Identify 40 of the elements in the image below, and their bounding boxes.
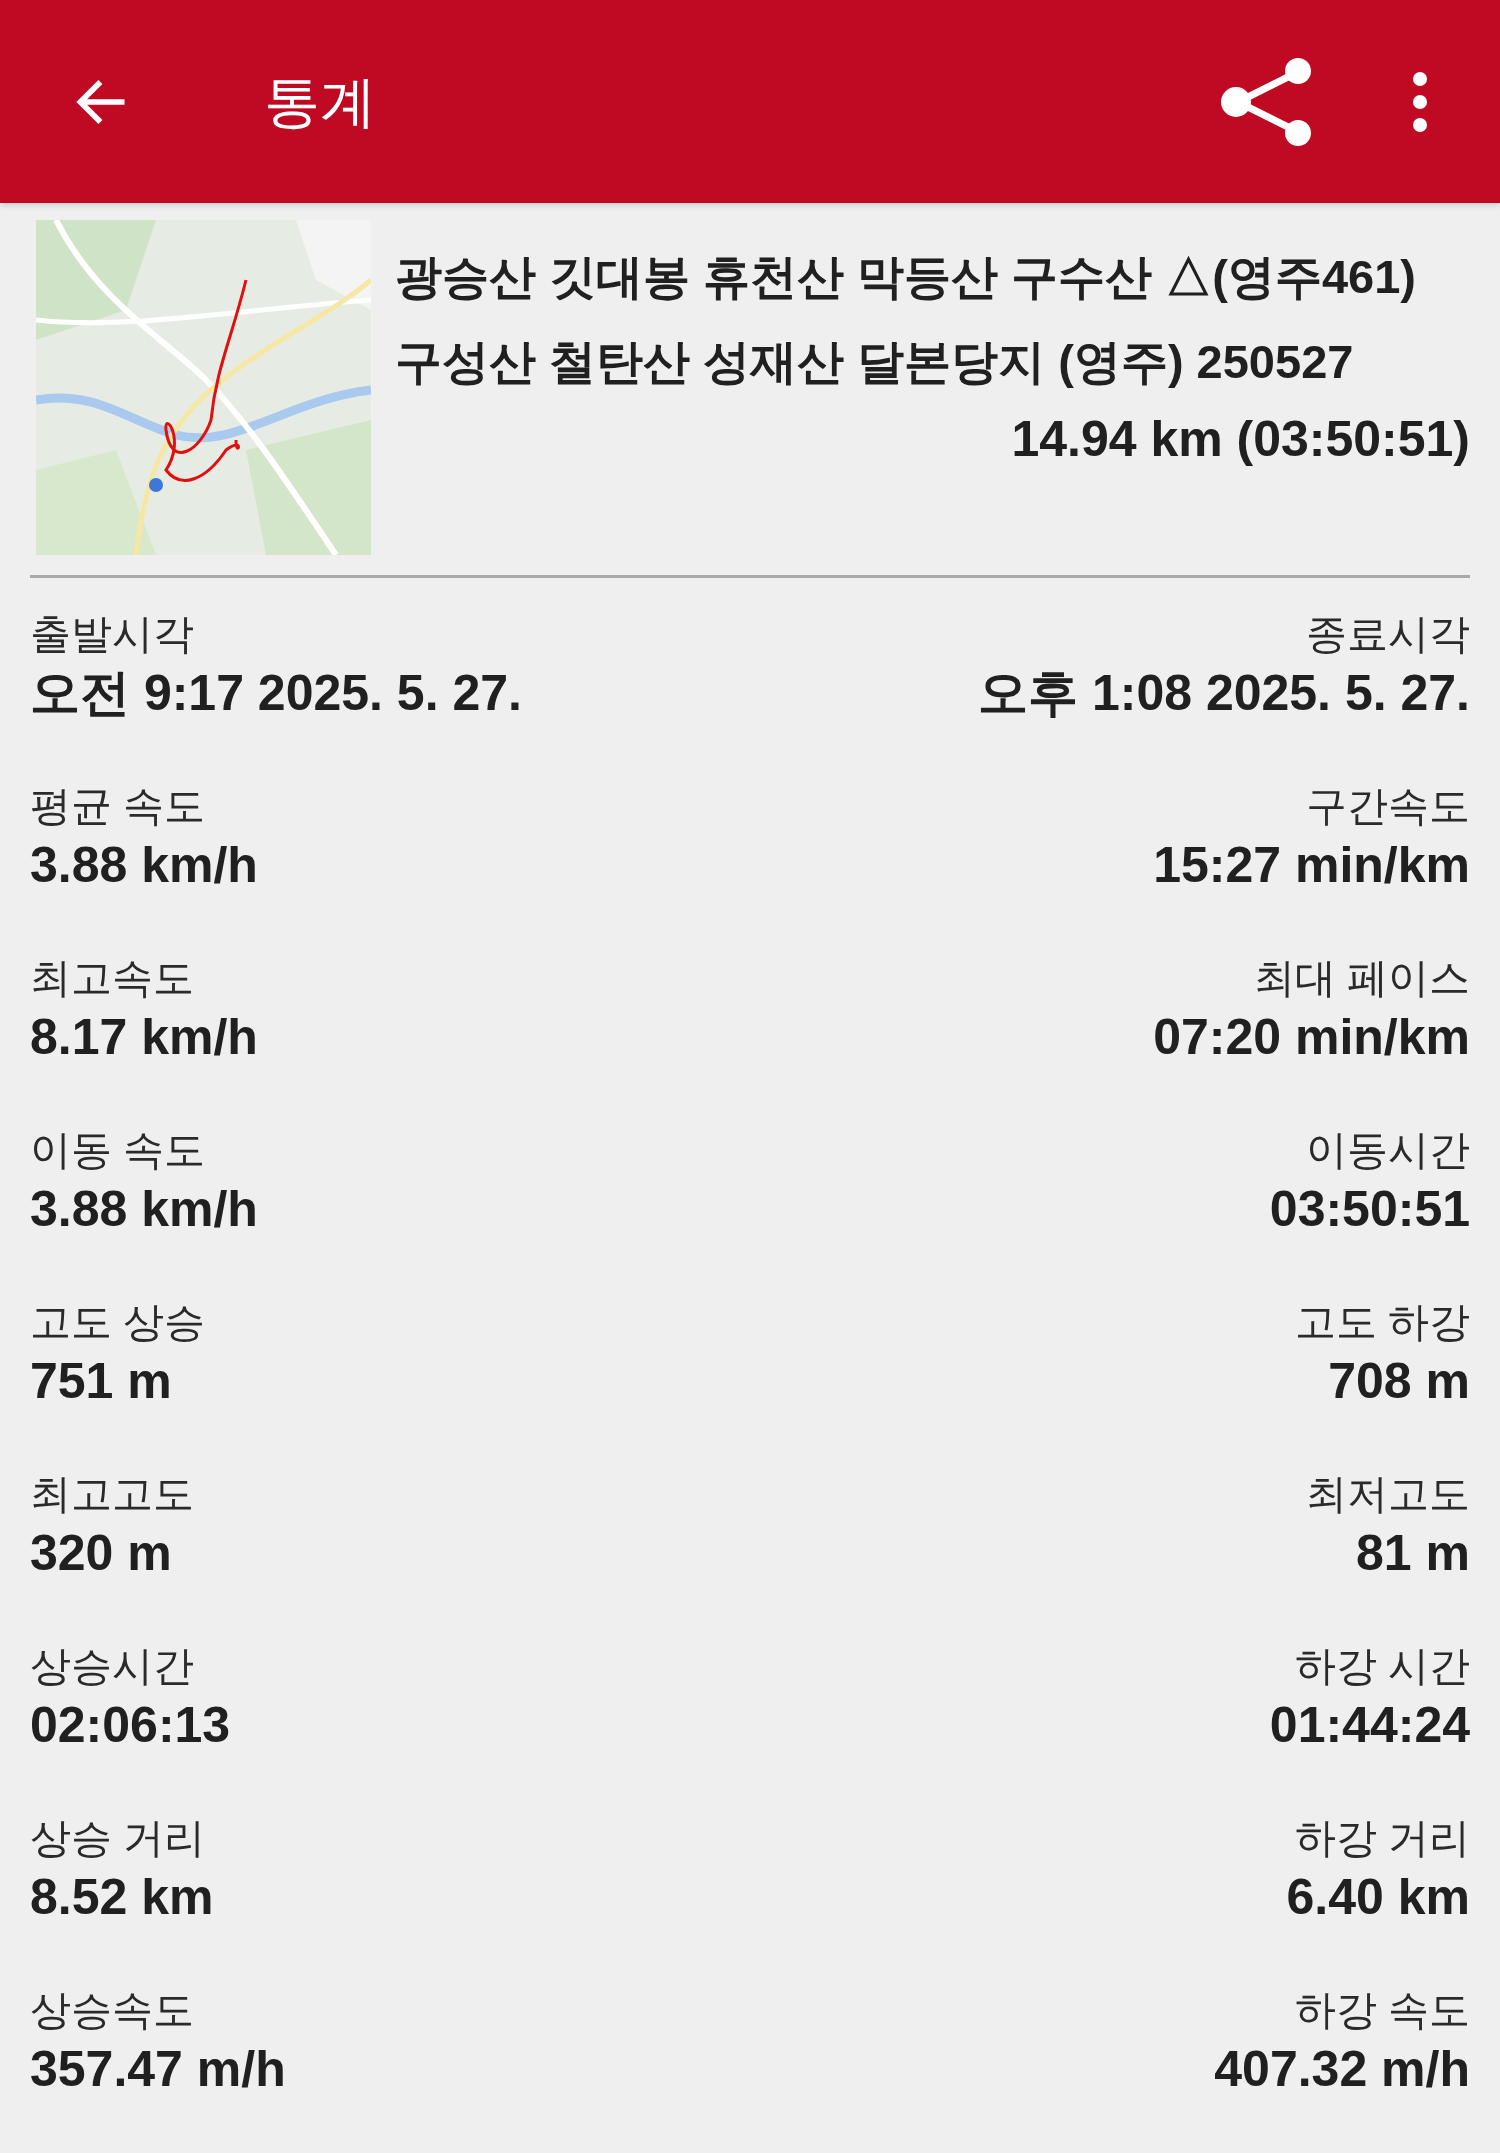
stat-value: 81 m xyxy=(1356,1524,1470,1583)
stat-label: 최저고도 xyxy=(1306,1470,1470,1519)
stat-value: 8.17 km/h xyxy=(30,1008,258,1067)
stat-label: 평균 속도 xyxy=(30,782,206,831)
stat-value: 01:44:24 xyxy=(1269,1696,1470,1755)
stat-label: 고도 하강 xyxy=(1294,1298,1470,1347)
stat-label: 최대 페이스 xyxy=(1253,954,1470,1003)
stat-value: 15:27 min/km xyxy=(1153,836,1470,895)
stat-label: 구간속도 xyxy=(1306,782,1470,831)
stat-label: 최고속도 xyxy=(30,954,194,1003)
stat-label: 하강 속도 xyxy=(1294,1986,1470,2035)
stat-label: 하강 시간 xyxy=(1294,1642,1470,1691)
stat-value: 3.88 km/h xyxy=(30,1180,258,1239)
stat-value: 3.88 km/h xyxy=(30,836,258,895)
stat-label: 상승 거리 xyxy=(30,1814,206,1863)
stat-value: 02:06:13 xyxy=(30,1696,231,1755)
stat-value: 708 m xyxy=(1328,1352,1470,1411)
screen-title: 통계 xyxy=(264,68,376,135)
stat-value: 오후 1:08 2025. 5. 27. xyxy=(978,664,1470,723)
stat-value: 03:50:51 xyxy=(1269,1180,1470,1239)
stat-value: 320 m xyxy=(30,1524,172,1583)
stat-label: 최고고도 xyxy=(30,1470,194,1519)
stat-value: 751 m xyxy=(30,1352,172,1411)
stat-label: 하강 거리 xyxy=(1294,1814,1470,1863)
stat-value: 6.40 km xyxy=(1286,1868,1470,1927)
stat-value: 07:20 min/km xyxy=(1153,1008,1470,1067)
stat-label: 출발시각 xyxy=(30,610,194,659)
stat-value: 407.32 m/h xyxy=(1214,2040,1470,2099)
more-options-icon[interactable] xyxy=(1410,70,1430,133)
stat-label: 이동 속도 xyxy=(30,1126,206,1175)
stat-label: 고도 상승 xyxy=(30,1298,206,1347)
track-summary: 14.94 km (03:50:51) xyxy=(1011,410,1470,469)
stat-value: 오전 9:17 2025. 5. 27. xyxy=(30,664,522,723)
track-title: 광승산 깃대봉 휴천산 막등산 구수산 △(영주461) 구성산 철탄산 성재산 달본당지 (영주) 250527 xyxy=(395,249,1417,390)
stat-label: 상승시간 xyxy=(30,1642,194,1691)
stat-value: 357.47 m/h xyxy=(30,2040,286,2099)
stat-label: 상승속도 xyxy=(30,1986,194,2035)
stat-label: 종료시각 xyxy=(1306,610,1470,659)
stat-value: 8.52 km xyxy=(30,1868,214,1927)
stat-label: 이동시간 xyxy=(1306,1126,1470,1175)
